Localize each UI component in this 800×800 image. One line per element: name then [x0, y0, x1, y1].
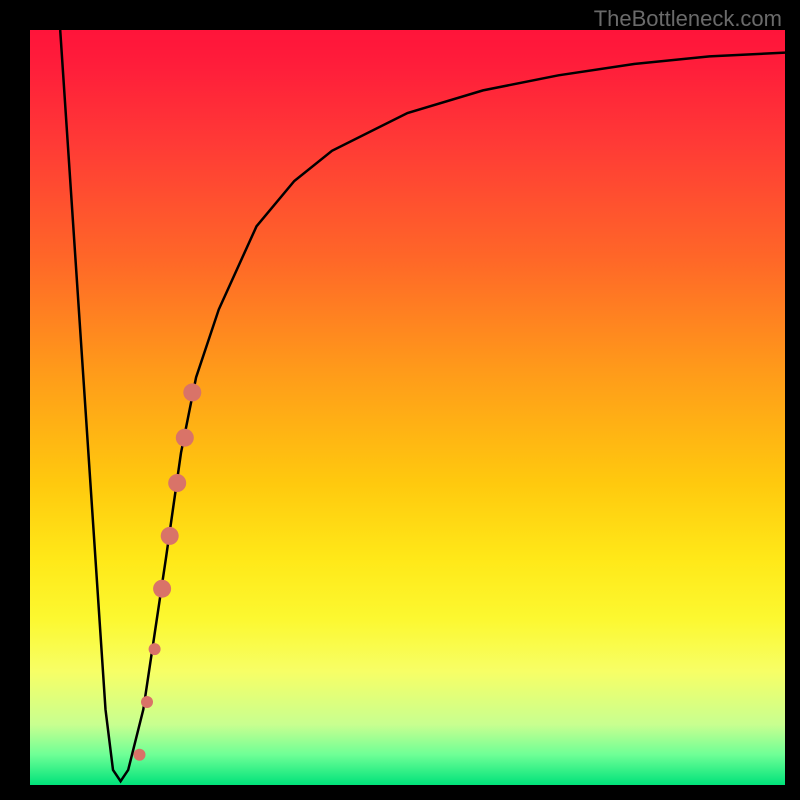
- highlight-point: [183, 383, 201, 401]
- highlight-point: [149, 643, 161, 655]
- bottleneck-curve: [60, 30, 785, 781]
- highlight-point: [153, 580, 171, 598]
- highlight-point: [141, 696, 153, 708]
- chart-overlay: [30, 30, 785, 785]
- plot-area: [30, 30, 785, 785]
- attribution-text: TheBottleneck.com: [594, 6, 782, 32]
- highlight-point: [176, 429, 194, 447]
- highlight-point: [161, 527, 179, 545]
- highlight-point: [134, 749, 146, 761]
- highlight-markers: [134, 383, 202, 760]
- highlight-point: [168, 474, 186, 492]
